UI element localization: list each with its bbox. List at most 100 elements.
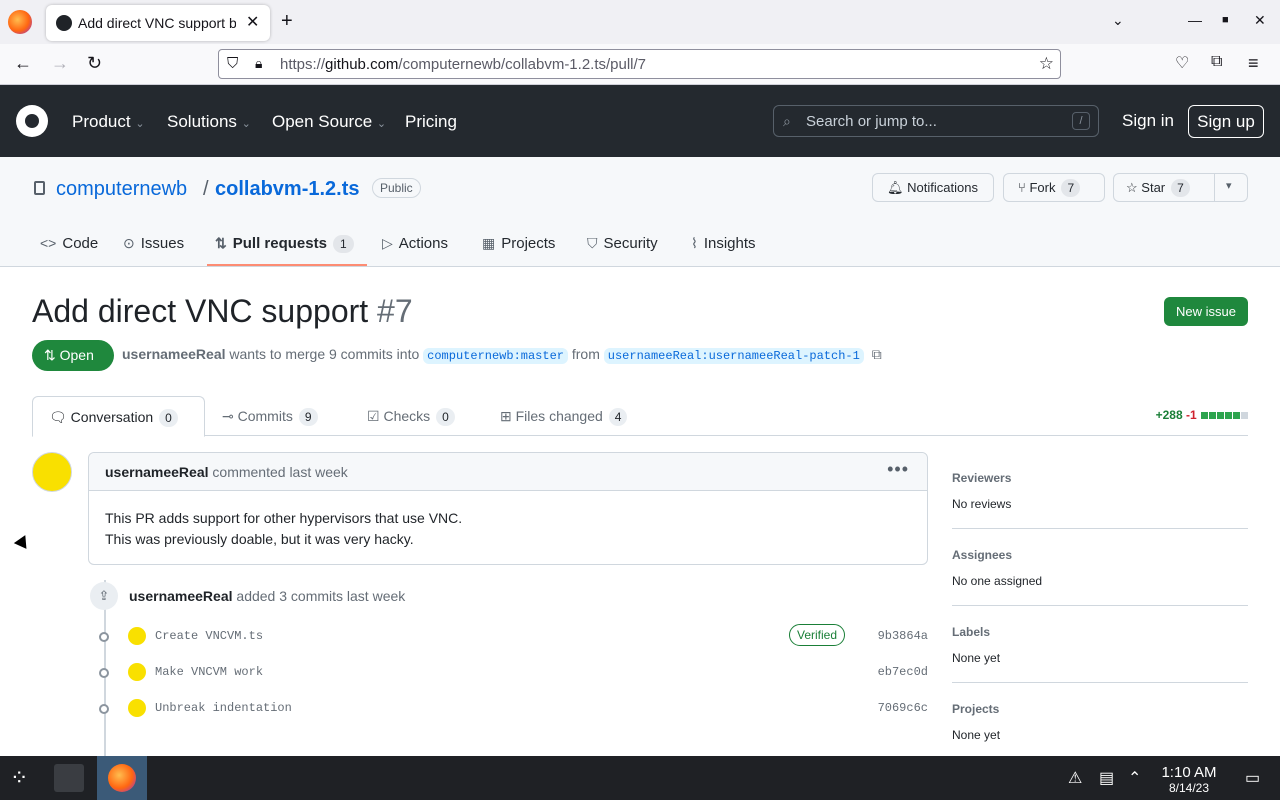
push-icon: ⇪ bbox=[90, 582, 118, 610]
repo-owner-link[interactable]: computernewb bbox=[56, 178, 187, 201]
nav-open-source[interactable]: Open Source ⌄ bbox=[272, 112, 386, 132]
comment-author-link[interactable]: usernameeReal bbox=[105, 464, 209, 480]
bookmark-star-icon[interactable]: ☆ bbox=[1039, 54, 1054, 74]
diffstat: +288 -1 bbox=[1156, 408, 1248, 422]
from-text: from bbox=[571, 346, 600, 362]
url-bar[interactable]: ⛉ 🔒︎ https://github.com/computernewb/col… bbox=[218, 49, 1061, 79]
shield-icon[interactable]: ⛉ bbox=[227, 55, 238, 72]
list-tabs-chevron-icon[interactable]: ⌄ bbox=[1112, 12, 1124, 29]
tab-files-changed[interactable]: ⊞ Files changed 4 bbox=[500, 408, 628, 426]
active-tab-underline bbox=[207, 264, 367, 266]
extensions-icon[interactable]: ⧉ bbox=[1211, 53, 1222, 71]
notifications-tray-icon[interactable]: ⚠︎ bbox=[1068, 768, 1082, 788]
comment-icon: 🗨︎ bbox=[49, 409, 67, 425]
star-dropdown-icon[interactable]: ▾ bbox=[1226, 173, 1232, 200]
timeline-author-link[interactable]: usernameeReal bbox=[129, 588, 233, 604]
nav-product[interactable]: Product ⌄ bbox=[72, 112, 145, 132]
lock-icon[interactable]: 🔒︎ bbox=[255, 55, 262, 72]
tab-commits[interactable]: ⊸ Commits 9 bbox=[222, 408, 318, 426]
clock[interactable]: 1:10 AM 8/14/23 bbox=[1156, 764, 1222, 795]
search-icon: ⌕ bbox=[783, 113, 791, 129]
sign-up-button[interactable]: Sign up bbox=[1188, 105, 1264, 138]
forward-icon[interactable]: → bbox=[51, 53, 69, 74]
base-branch[interactable]: computernewb:master bbox=[423, 348, 568, 364]
pr-author-link[interactable]: usernameeReal bbox=[122, 346, 226, 362]
star-divider bbox=[1214, 174, 1215, 201]
star-label: Star bbox=[1141, 180, 1166, 195]
fork-button[interactable]: ⑂ Fork 7 bbox=[1003, 173, 1105, 202]
avatar[interactable] bbox=[32, 452, 72, 492]
sign-in-link[interactable]: Sign in bbox=[1122, 111, 1174, 131]
reviewers-heading[interactable]: Reviewers bbox=[952, 471, 1011, 485]
back-icon[interactable]: ← bbox=[14, 53, 32, 74]
avatar[interactable] bbox=[128, 663, 146, 681]
labels-value: None yet bbox=[952, 651, 1001, 665]
kebab-icon[interactable]: ••• bbox=[887, 459, 909, 480]
new-issue-button[interactable]: New issue bbox=[1164, 297, 1248, 326]
projects-value: None yet bbox=[952, 728, 1001, 742]
clock-time: 1:10 AM bbox=[1161, 764, 1217, 781]
commit-sha-link[interactable]: 9b3864a bbox=[878, 629, 928, 643]
tab-checks[interactable]: ☑ Checks 0 bbox=[367, 408, 455, 426]
menu-icon[interactable]: ≡ bbox=[1248, 53, 1259, 74]
comment-action: commented last week bbox=[212, 464, 348, 480]
clipboard-icon[interactable]: ▤ bbox=[1099, 768, 1114, 788]
assignees-heading[interactable]: Assignees bbox=[952, 548, 1012, 562]
tab-pull-requests[interactable]: ⇅ Pull requests 1 bbox=[215, 235, 354, 253]
copy-icon[interactable]: ⧉ bbox=[872, 346, 882, 362]
show-desktop-icon[interactable]: ▭ bbox=[1245, 768, 1260, 788]
tab-conversation[interactable]: 🗨︎ Conversation 0 bbox=[32, 396, 205, 437]
graph-icon: ⌇ bbox=[691, 235, 698, 251]
new-tab-button[interactable]: + bbox=[281, 10, 293, 33]
avatar[interactable] bbox=[128, 627, 146, 645]
commit-message-link[interactable]: Create VNCVM.ts bbox=[155, 629, 263, 643]
star-icon: ☆ bbox=[1126, 180, 1138, 195]
github-logo-icon[interactable] bbox=[16, 105, 48, 137]
app-launcher-icon[interactable]: ⁘ bbox=[10, 765, 28, 791]
head-branch[interactable]: usernameeReal:usernameeReal-patch-1 bbox=[603, 348, 864, 364]
comment-line: This was previously doable, but it was v… bbox=[105, 531, 414, 547]
projects-heading[interactable]: Projects bbox=[952, 702, 999, 716]
pr-title-text: Add direct VNC support bbox=[32, 293, 369, 329]
commit-sha-link[interactable]: 7069c6c bbox=[878, 701, 928, 715]
tab-actions[interactable]: ▷ Actions bbox=[382, 235, 448, 252]
minimize-icon[interactable]: — bbox=[1188, 12, 1202, 28]
tab-insights[interactable]: ⌇ Insights bbox=[691, 235, 756, 252]
commit-message-link[interactable]: Make VNCVM work bbox=[155, 665, 263, 679]
fork-label: Fork bbox=[1029, 180, 1056, 195]
tab-security[interactable]: ⛉ Security bbox=[587, 235, 658, 252]
timeline-event-text: added 3 commits last week bbox=[236, 588, 406, 604]
reload-icon[interactable]: ↻ bbox=[87, 53, 102, 74]
tab-projects[interactable]: ▦ Projects bbox=[482, 235, 555, 252]
search-input[interactable]: ⌕ Search or jump to... / bbox=[773, 105, 1099, 137]
tab-issues[interactable]: ⊙ Issues bbox=[123, 235, 184, 252]
tab-code[interactable]: <> Code bbox=[40, 235, 98, 252]
checks-count: 0 bbox=[436, 408, 455, 426]
shield-icon: ⛉ bbox=[587, 235, 598, 251]
expand-tray-icon[interactable]: ⌃ bbox=[1128, 768, 1141, 788]
nav-solutions[interactable]: Solutions ⌄ bbox=[167, 112, 251, 132]
tab-close-icon[interactable]: ✕ bbox=[246, 12, 259, 32]
commit-message-link[interactable]: Unbreak indentation bbox=[155, 701, 292, 715]
commit-sha-link[interactable]: eb7ec0d bbox=[878, 665, 928, 679]
firefox-icon[interactable] bbox=[8, 10, 32, 34]
browser-tab[interactable]: Add direct VNC support b ✕ bbox=[46, 5, 270, 41]
comment-meta: usernameeReal commented last week bbox=[105, 464, 348, 480]
maximize-icon[interactable]: ■ bbox=[1222, 14, 1229, 26]
chevron-down-icon: ⌄ bbox=[241, 118, 251, 130]
notifications-button[interactable]: 🔔︎ Notifications bbox=[872, 173, 994, 202]
taskbar-firefox[interactable] bbox=[97, 756, 147, 800]
star-button[interactable]: ☆ Star 7 ▾ bbox=[1113, 173, 1248, 202]
virtual-desktop-pager[interactable] bbox=[54, 764, 84, 792]
close-window-icon[interactable]: ✕ bbox=[1254, 12, 1266, 29]
diffstat-box bbox=[1217, 412, 1224, 419]
url-text: https://github.com/computernewb/collabvm… bbox=[280, 56, 647, 73]
repo-name-link[interactable]: collabvm-1.2.ts bbox=[215, 178, 360, 201]
nav-pricing[interactable]: Pricing bbox=[405, 112, 457, 132]
bell-icon: 🔔︎ bbox=[887, 180, 904, 195]
pocket-icon[interactable]: ♡ bbox=[1175, 53, 1189, 73]
verified-badge[interactable]: Verified bbox=[789, 624, 846, 646]
search-shortcut-key: / bbox=[1072, 112, 1090, 130]
labels-heading[interactable]: Labels bbox=[952, 625, 990, 639]
avatar[interactable] bbox=[128, 699, 146, 717]
